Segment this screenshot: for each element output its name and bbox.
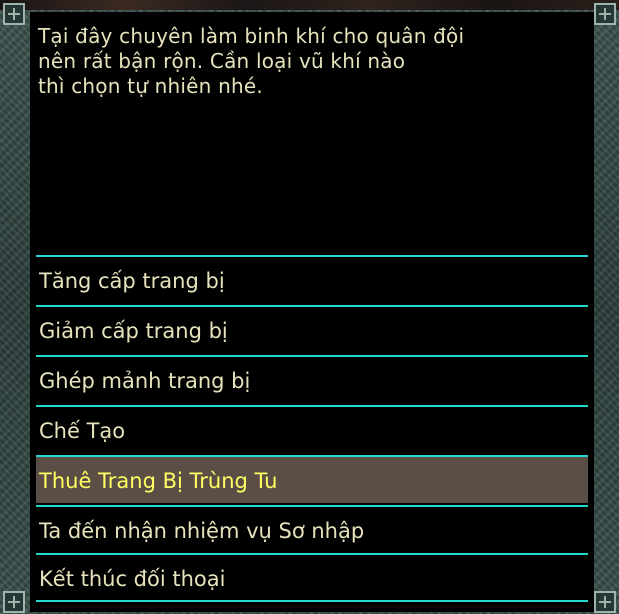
option-label: Chế Tạo <box>39 419 126 443</box>
option-craft[interactable]: Chế Tạo <box>36 405 588 453</box>
option-label: Thuê Trang Bị Trùng Tu <box>39 469 278 493</box>
option-combine-equipment-pieces[interactable]: Ghép mảnh trang bị <box>36 355 588 403</box>
option-rent-restore-equipment[interactable]: Thuê Trang Bị Trùng Tu <box>36 455 588 503</box>
frame-top-edge <box>0 0 619 10</box>
dialog-frame: Tại đây chuyên làm binh khí cho quân đội… <box>0 0 619 614</box>
dialog-content: Tại đây chuyên làm binh khí cho quân đội… <box>30 12 594 612</box>
option-label: Ta đến nhận nhiệm vụ Sơ nhập <box>39 519 365 543</box>
option-upgrade-equipment[interactable]: Tăng cấp trang bị <box>36 255 588 303</box>
npc-intro-text: Tại đây chuyên làm binh khí cho quân đội… <box>38 24 465 98</box>
option-label: Kết thúc đối thoại <box>39 567 226 591</box>
option-label: Tăng cấp trang bị <box>39 269 225 293</box>
option-end-dialog[interactable]: Kết thúc đối thoại <box>36 553 588 601</box>
option-downgrade-equipment[interactable]: Giảm cấp trang bị <box>36 305 588 353</box>
option-label: Giảm cấp trang bị <box>39 319 228 343</box>
option-accept-beginner-quest[interactable]: Ta đến nhận nhiệm vụ Sơ nhập <box>36 505 588 553</box>
corner-ornament-icon <box>594 591 616 613</box>
corner-ornament-icon <box>3 3 25 25</box>
corner-ornament-icon <box>3 591 25 613</box>
divider-line <box>36 600 588 602</box>
option-label: Ghép mảnh trang bị <box>39 369 251 393</box>
corner-ornament-icon <box>594 3 616 25</box>
